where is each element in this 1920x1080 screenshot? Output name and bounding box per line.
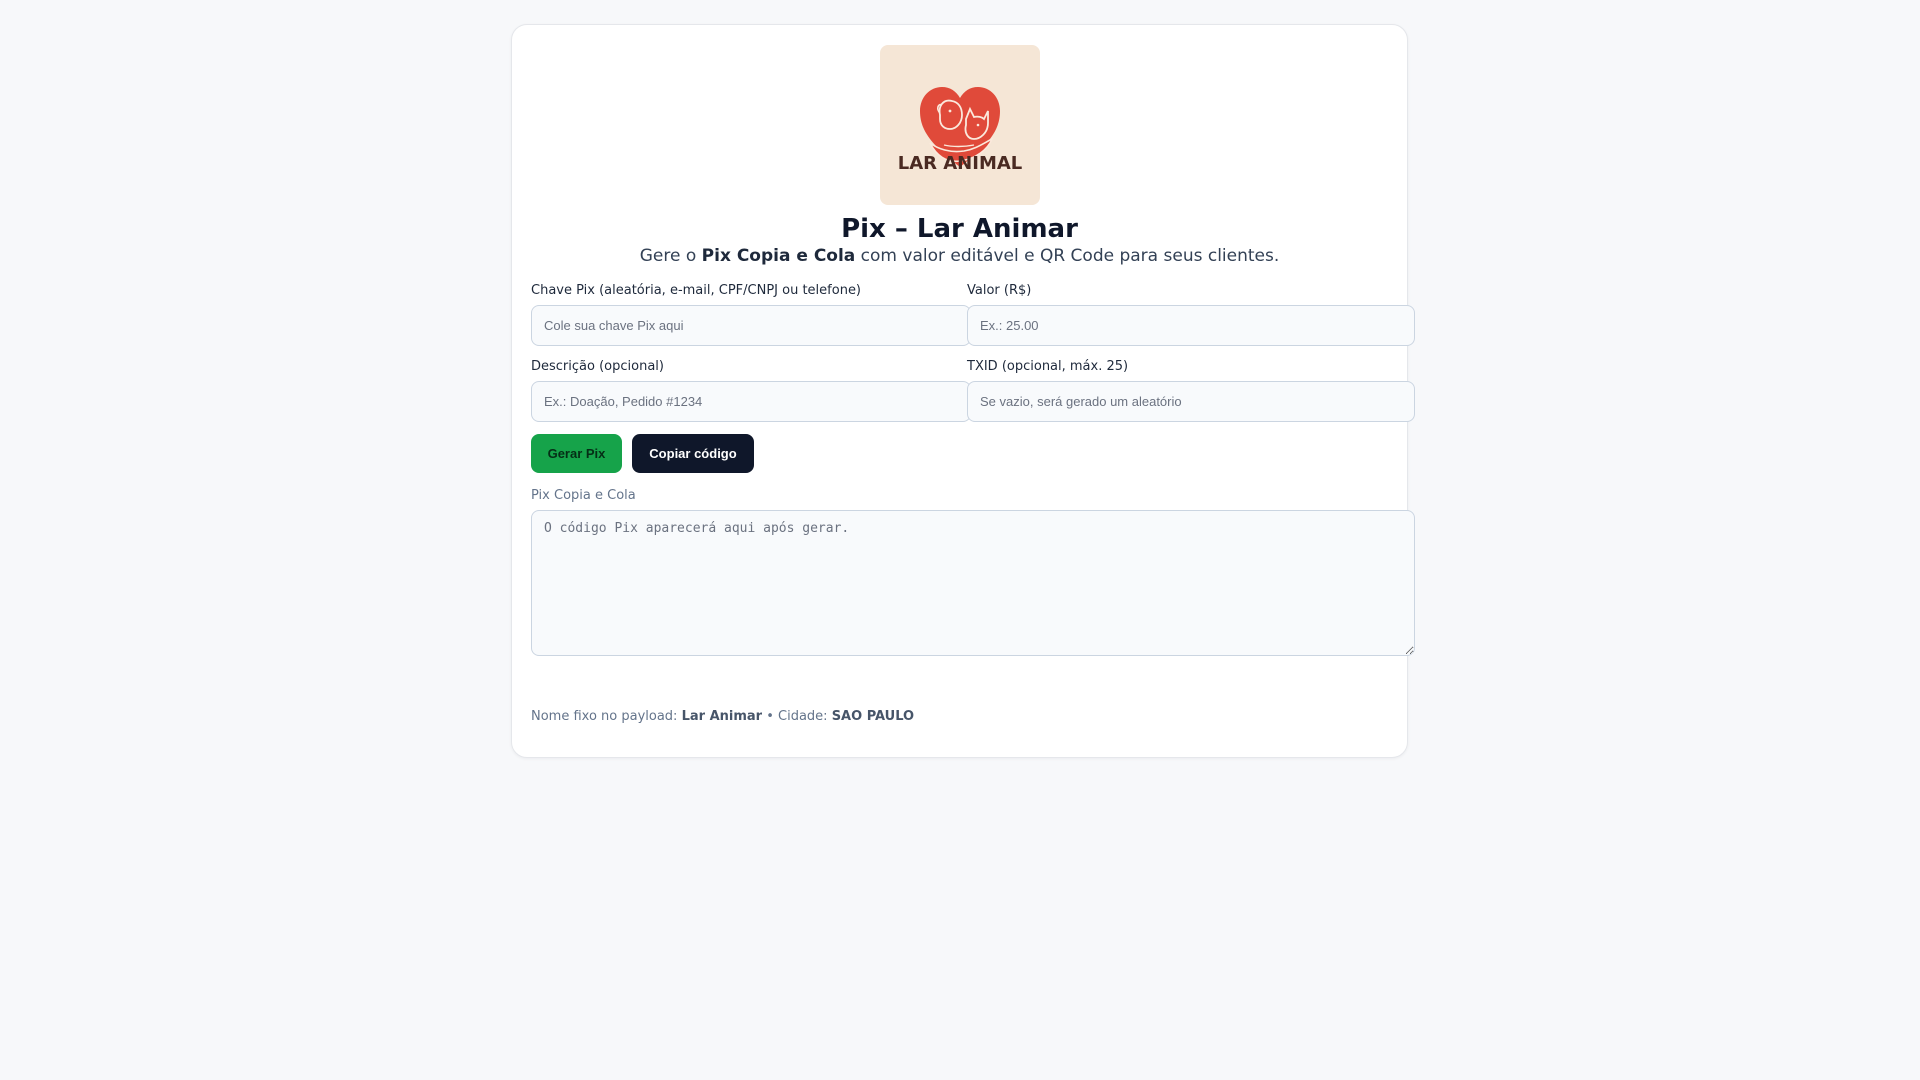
footer-separator: • Cidade: <box>762 709 832 724</box>
payload-footer: Nome fixo no payload: Lar Animar • Cidad… <box>531 708 914 726</box>
subtitle-suffix: com valor editável e QR Code para seus c… <box>855 246 1280 266</box>
logo-text: LAR ANIMAL <box>897 153 1023 174</box>
heart-pet-icon <box>920 87 1000 167</box>
chave-pix-input[interactable] <box>531 305 971 346</box>
footer-city-value: SAO PAULO <box>831 709 915 724</box>
copy-code-button[interactable]: Copiar código <box>632 434 754 473</box>
valor-input[interactable] <box>967 305 1415 346</box>
generate-pix-button[interactable]: Gerar Pix <box>531 434 622 473</box>
txid-input[interactable] <box>967 381 1415 422</box>
valor-label: Valor (R$) <box>967 283 1032 298</box>
descricao-label: Descrição (opcional) <box>531 359 664 374</box>
pix-output-textarea[interactable] <box>531 510 1415 656</box>
subtitle-bold: Pix Copia e Cola <box>701 246 856 266</box>
page-title: Pix – Lar Animar <box>841 214 1078 244</box>
footer-name-prefix: Nome fixo no payload: <box>531 709 682 724</box>
subtitle-prefix: Gere o <box>639 246 702 266</box>
pix-output-label: Pix Copia e Cola <box>531 488 636 503</box>
lar-animal-logo: LAR ANIMAL <box>880 45 1040 205</box>
footer-name-value: Lar Animar <box>681 709 763 724</box>
txid-label: TXID (opcional, máx. 25) <box>967 359 1129 374</box>
page-subtitle: Gere o Pix Copia e Cola com valor editáv… <box>511 244 1408 268</box>
chave-pix-label: Chave Pix (aleatória, e-mail, CPF/CNPJ o… <box>531 283 862 298</box>
descricao-input[interactable] <box>531 381 971 422</box>
